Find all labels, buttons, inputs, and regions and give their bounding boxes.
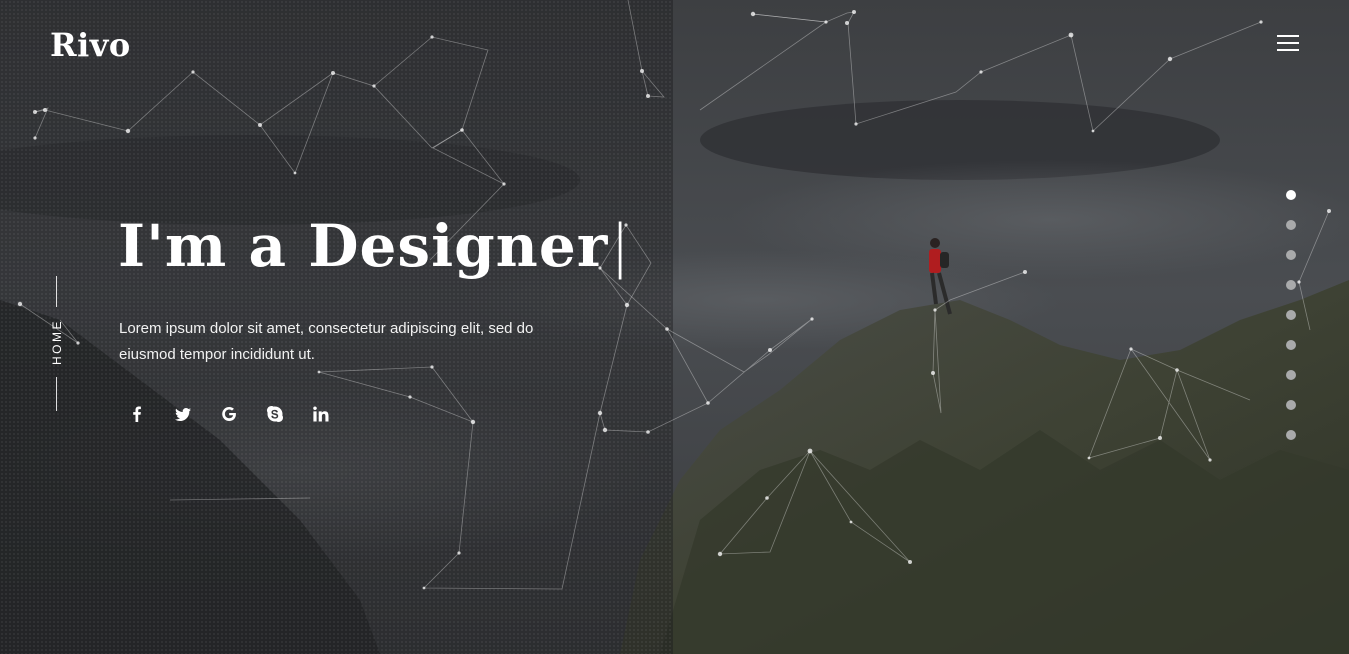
slide-dot-2[interactable] — [1286, 220, 1296, 230]
google-link[interactable] — [219, 403, 265, 425]
slide-dot-9[interactable] — [1286, 430, 1296, 440]
twitter-link[interactable] — [173, 403, 219, 425]
skype-link[interactable] — [265, 403, 311, 425]
linkedin-link[interactable] — [311, 403, 357, 425]
site-logo[interactable]: Rivo — [50, 26, 131, 64]
slide-dot-7[interactable] — [1286, 370, 1296, 380]
hamburger-menu-icon[interactable] — [1277, 35, 1299, 53]
slide-dot-5[interactable] — [1286, 310, 1296, 320]
hero-section: Rivo HOME I'm a Designer| Lorem ipsum do… — [0, 0, 1349, 654]
hero-description: Lorem ipsum dolor sit amet, consectetur … — [119, 320, 534, 363]
side-nav-line-bottom — [56, 377, 57, 411]
hero-headline: I'm a Designer| — [118, 212, 631, 280]
twitter-icon — [175, 408, 191, 421]
side-nav-line-top — [56, 276, 57, 307]
facebook-link[interactable] — [127, 403, 173, 425]
hero-headline-text: I'm a Designer — [118, 212, 609, 280]
slide-dot-4[interactable] — [1286, 280, 1296, 290]
linkedin-icon — [313, 406, 329, 422]
typing-cursor: | — [610, 212, 631, 280]
facebook-icon — [133, 406, 141, 422]
slide-dot-1[interactable] — [1286, 190, 1296, 200]
slide-dot-8[interactable] — [1286, 400, 1296, 410]
side-nav-home-label[interactable]: HOME — [50, 319, 64, 365]
skype-icon — [267, 406, 283, 422]
slide-dot-6[interactable] — [1286, 340, 1296, 350]
social-links — [127, 403, 357, 425]
google-icon — [222, 407, 236, 421]
slide-dot-3[interactable] — [1286, 250, 1296, 260]
